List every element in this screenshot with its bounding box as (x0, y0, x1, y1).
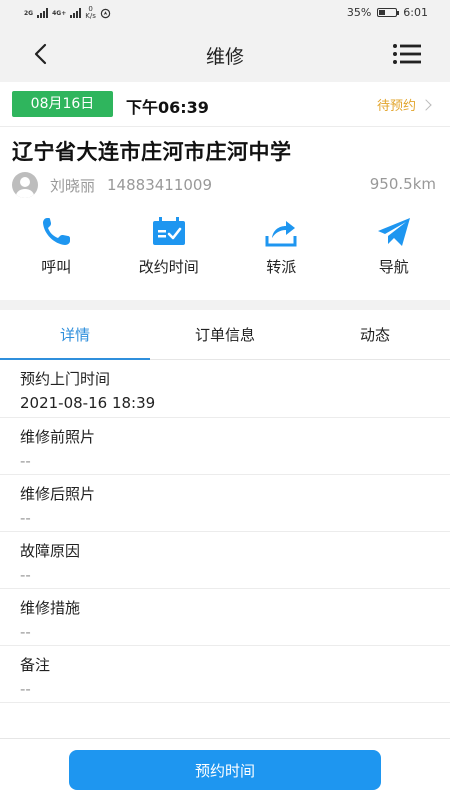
transfer-button[interactable]: 转派 (225, 210, 338, 290)
details-panel: 预约上门时间 2021-08-16 18:39 维修前照片 -- 维修后照片 -… (0, 360, 450, 738)
detail-label: 维修后照片 (20, 485, 96, 503)
address: 辽宁省大连市庄河市庄河中学 (12, 140, 292, 164)
detail-value: -- (20, 509, 31, 527)
paper-plane-icon (377, 218, 410, 246)
action-bar: 呼叫 改约时间 转派 导航 (0, 210, 450, 290)
footer-bar: 预约时间 (0, 738, 450, 800)
detail-row-repair-measures: 维修措施 -- (0, 589, 450, 646)
avatar-icon (12, 172, 38, 198)
call-label: 呼叫 (41, 258, 72, 276)
tab-bar: 详情 订单信息 动态 (0, 310, 450, 360)
contact-info: 刘晓丽 14883411009 (12, 172, 212, 198)
call-button[interactable]: 呼叫 (0, 210, 113, 290)
appointment-time: 下午06:39 (126, 98, 209, 117)
date-badge: 08月16日 (12, 91, 113, 117)
list-menu-icon[interactable] (392, 42, 422, 66)
status-bar-left: 2G 4G+ 0 K/s (24, 6, 111, 20)
divider (0, 126, 450, 127)
detail-label: 维修前照片 (20, 428, 96, 446)
phone-icon (43, 218, 71, 245)
order-card: 08月16日 下午06:39 待预约 辽宁省大连市庄河市庄河中学 刘晓丽 148… (0, 82, 450, 300)
contact-name: 刘晓丽 (50, 176, 96, 195)
signal-icon (70, 8, 82, 18)
status-text: 待预约 (376, 99, 416, 114)
battery-percent: 35% (346, 6, 372, 19)
sim2-tag: 4G+ (52, 9, 67, 17)
status-time: 6:01 (403, 6, 428, 19)
detail-label: 故障原因 (20, 542, 81, 560)
status-bar: 2G 4G+ 0 K/s 35% 6:01 (0, 0, 450, 26)
navbar: 维修 (0, 26, 450, 82)
detail-value: 2021-08-16 18:39 (20, 394, 156, 412)
net-speed: 0 K/s (85, 6, 96, 20)
net-speed-unit: K/s (85, 12, 96, 20)
detail-value: -- (20, 452, 31, 470)
status-link[interactable]: 待预约 (376, 95, 432, 114)
signal-icon (37, 8, 49, 18)
detail-value: -- (20, 566, 31, 584)
contact-phone: 14883411009 (107, 176, 212, 194)
reschedule-button[interactable]: 改约时间 (113, 210, 226, 290)
share-forward-icon (265, 221, 297, 247)
detail-row-before-photos: 维修前照片 -- (0, 418, 450, 475)
detail-label: 备注 (20, 656, 51, 674)
detail-row-after-photos: 维修后照片 -- (0, 475, 450, 532)
tab-order-info[interactable]: 订单信息 (150, 310, 300, 359)
detail-row-remarks: 备注 -- (0, 646, 450, 703)
detail-row-fault-cause: 故障原因 -- (0, 532, 450, 589)
location-icon (100, 8, 111, 18)
chevron-right-icon (420, 98, 432, 111)
sim1-tag: 2G (24, 9, 34, 17)
schedule-time-button[interactable]: 预约时间 (69, 750, 381, 790)
detail-value: -- (20, 680, 31, 698)
detail-value: -- (20, 623, 31, 641)
navigate-label: 导航 (378, 258, 409, 276)
status-bar-right: 35% 6:01 (347, 6, 428, 19)
distance: 950.5km (369, 175, 436, 193)
tab-details[interactable]: 详情 (0, 310, 150, 360)
detail-label: 维修措施 (20, 599, 81, 617)
calendar-check-icon (152, 217, 185, 245)
tab-activity[interactable]: 动态 (300, 310, 450, 359)
page-title: 维修 (205, 46, 244, 68)
detail-label: 预约上门时间 (20, 370, 111, 388)
reschedule-label: 改约时间 (138, 258, 199, 276)
battery-icon (377, 8, 400, 17)
navigate-button[interactable]: 导航 (338, 210, 450, 290)
transfer-label: 转派 (266, 258, 297, 276)
detail-row-appointment-time: 预约上门时间 2021-08-16 18:39 (0, 360, 450, 418)
